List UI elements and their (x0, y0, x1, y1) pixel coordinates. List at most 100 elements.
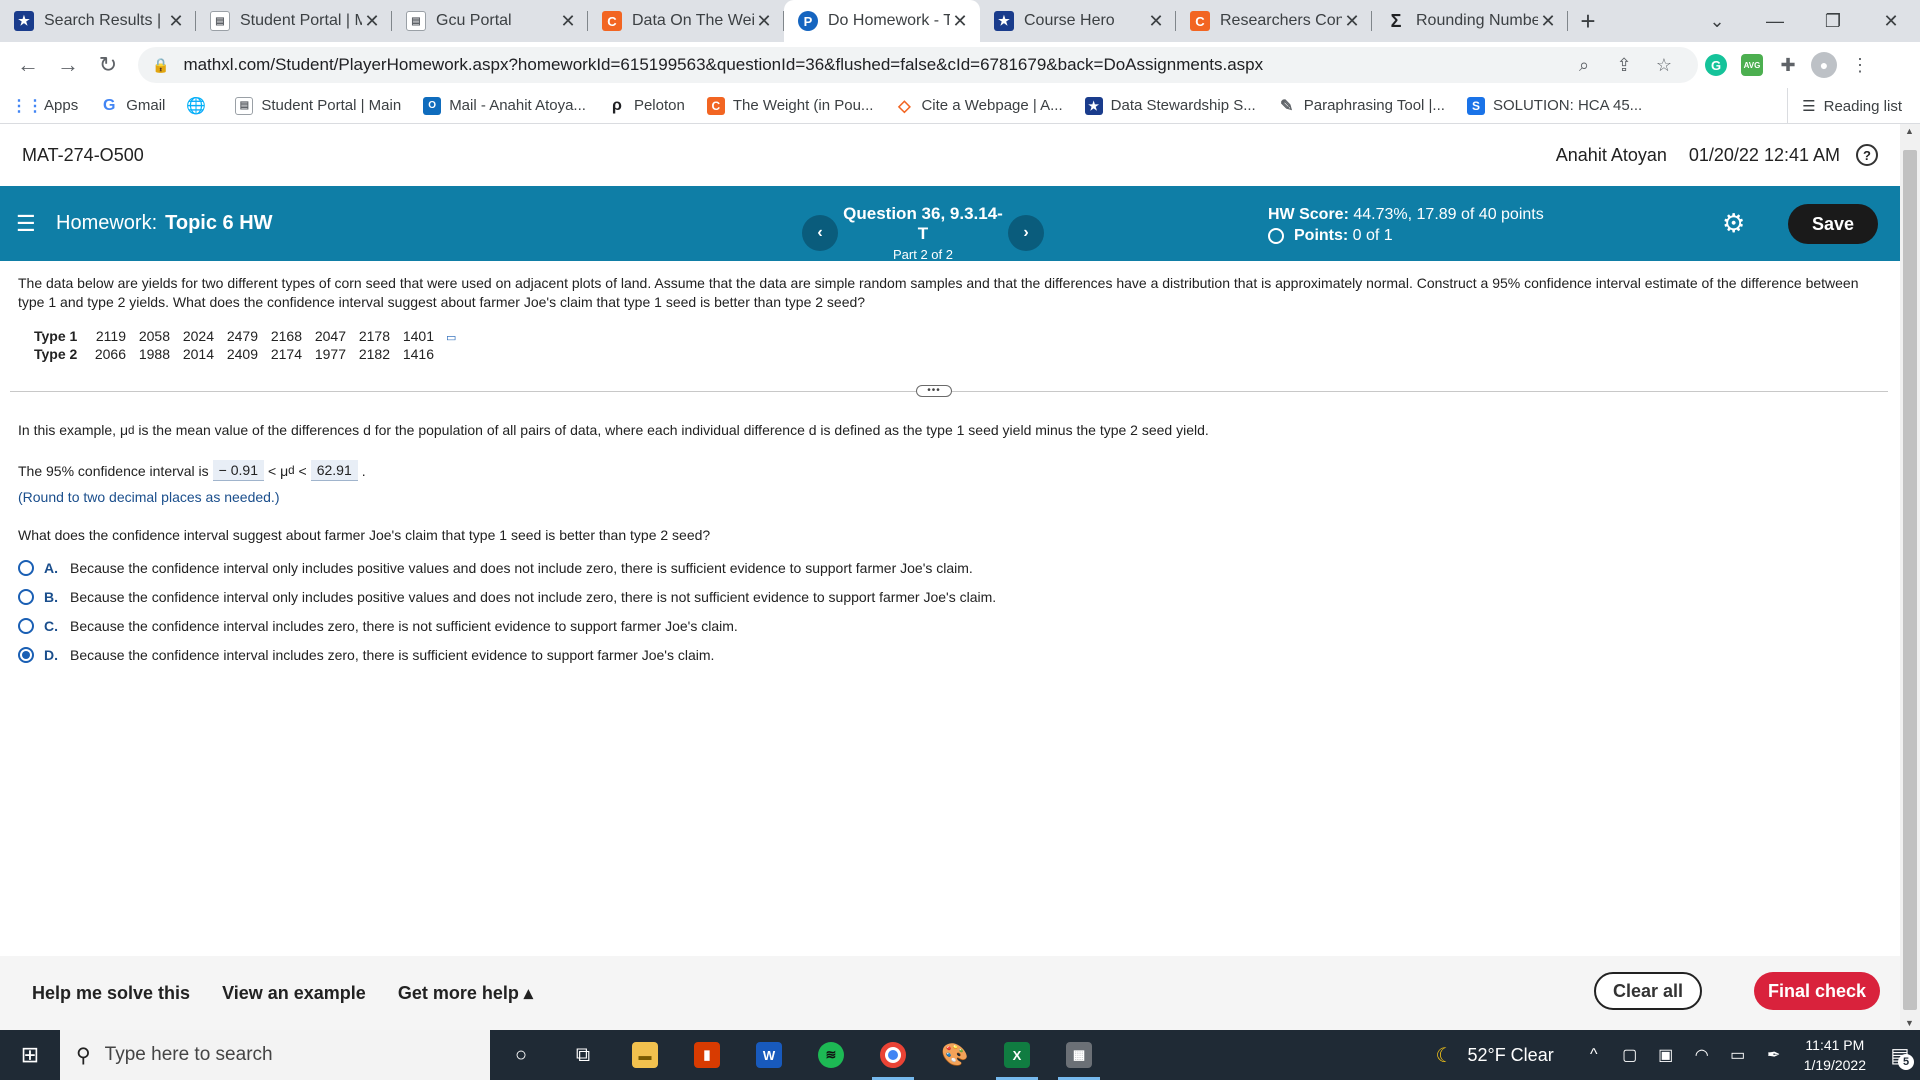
display-icon[interactable]: ▣ (1648, 1045, 1684, 1065)
bookmark-the-weight[interactable]: C The Weight (in Pou... (706, 96, 873, 115)
close-icon[interactable]: ✕ (558, 11, 578, 31)
grammarly-extension-icon[interactable]: G (1698, 47, 1734, 83)
radio-button[interactable] (18, 559, 34, 576)
scroll-thumb[interactable] (1903, 150, 1917, 1010)
close-icon[interactable]: ✕ (950, 11, 970, 31)
close-icon[interactable]: ✕ (362, 11, 382, 31)
office-icon[interactable]: ▮ (676, 1030, 738, 1080)
choice-d[interactable]: D. Because the confidence interval inclu… (18, 640, 1878, 669)
previous-question-button[interactable]: ‹ (802, 215, 838, 251)
taskbar-clock[interactable]: 11:41 PM 1/19/2022 (1804, 1035, 1866, 1075)
tab-student-portal[interactable]: ▤ Student Portal | M ✕ (196, 0, 392, 42)
paint-icon[interactable]: 🎨 (924, 1030, 986, 1080)
close-icon[interactable]: ✕ (166, 11, 186, 31)
ci-upper-answer[interactable]: 62.91 (310, 460, 358, 481)
final-check-button[interactable]: Final check (1754, 972, 1880, 1010)
scroll-up-icon[interactable]: ▲ (1905, 126, 1914, 136)
share-icon[interactable]: ⇪ (1604, 55, 1644, 76)
bookmark-data-stewardship[interactable]: ★ Data Stewardship S... (1084, 96, 1256, 115)
bookmark-label: Cite a Webpage | A... (921, 97, 1063, 114)
chrome-menu-icon[interactable]: ⋮ (1842, 47, 1878, 83)
avg-extension-icon[interactable]: AVG (1734, 47, 1770, 83)
page-scrollbar[interactable]: ▲ ▼ (1900, 124, 1920, 1030)
forward-arrow-icon[interactable]: → (48, 45, 88, 85)
tab-course-hero[interactable]: ★ Course Hero ✕ (980, 0, 1176, 42)
chevron-up-icon[interactable]: ^ (1576, 1046, 1612, 1064)
url-text[interactable]: mathxl.com/Student/PlayerHomework.aspx?h… (183, 55, 1564, 75)
task-view-icon[interactable]: ⧉ (552, 1030, 614, 1080)
bookmark-paraphrasing-tool[interactable]: ✎ Paraphrasing Tool |... (1278, 97, 1445, 115)
scroll-down-icon[interactable]: ▼ (1905, 1018, 1914, 1028)
meet-now-icon[interactable]: ▢ (1612, 1045, 1648, 1065)
reload-icon[interactable]: ↻ (88, 45, 128, 85)
help-me-solve-button[interactable]: Help me solve this (32, 983, 190, 1004)
pen-icon[interactable]: ✒ (1756, 1045, 1792, 1065)
next-question-button[interactable]: › (1008, 215, 1044, 251)
address-bar[interactable]: 🔒 mathxl.com/Student/PlayerHomework.aspx… (138, 47, 1698, 83)
close-icon[interactable]: ✕ (1342, 11, 1362, 31)
ci-lower-answer[interactable]: − 0.91 (212, 460, 264, 481)
view-example-button[interactable]: View an example (222, 983, 366, 1004)
notification-center-icon[interactable]: ▤5 (1880, 1030, 1920, 1080)
tab-search-results[interactable]: ★ Search Results | C ✕ (0, 0, 196, 42)
choice-b[interactable]: B. Because the confidence interval only … (18, 582, 1878, 611)
clear-all-button[interactable]: Clear all (1594, 972, 1702, 1010)
get-more-help-button[interactable]: Get more help ▴ (398, 983, 533, 1004)
calculator-icon[interactable]: ▦ (1048, 1030, 1110, 1080)
tab-researchers[interactable]: C Researchers Conc ✕ (1176, 0, 1372, 42)
close-icon[interactable]: ✕ (754, 11, 774, 31)
choice-a[interactable]: A. Because the confidence interval only … (18, 553, 1878, 582)
radio-button[interactable] (18, 588, 34, 605)
reading-list-button[interactable]: ☰ Reading list (1787, 88, 1902, 124)
restore-button[interactable]: ❐ (1804, 0, 1862, 42)
close-icon[interactable]: ✕ (1538, 11, 1558, 31)
search-placeholder: Type here to search (104, 1044, 273, 1065)
lock-icon[interactable]: 🔒 (152, 57, 169, 74)
collapse-handle-icon[interactable]: ••• (916, 385, 952, 397)
taskbar-search-box[interactable]: ⚲ Type here to search (60, 1030, 490, 1080)
tab-do-homework[interactable]: P Do Homework - T ✕ (784, 0, 980, 42)
bookmark-peloton[interactable]: ρ Peloton (608, 97, 685, 115)
copy-data-icon[interactable]: ▭ (446, 332, 456, 344)
radio-button-selected[interactable] (18, 646, 34, 663)
user-name: Anahit Atoyan (1555, 144, 1667, 165)
bookmark-apps[interactable]: ⋮⋮ Apps (11, 97, 78, 115)
battery-icon[interactable]: ▭ (1720, 1045, 1756, 1065)
chrome-icon[interactable] (862, 1030, 924, 1080)
close-icon[interactable]: ✕ (1146, 11, 1166, 31)
excel-icon[interactable]: X (986, 1030, 1048, 1080)
gear-icon[interactable]: ⚙ (1722, 208, 1745, 239)
choice-c[interactable]: C. Because the confidence interval inclu… (18, 611, 1878, 640)
bookmark-star-icon[interactable]: ☆ (1644, 55, 1684, 76)
spotify-icon[interactable]: ≋ (800, 1030, 862, 1080)
tab-gcu-portal[interactable]: ▤ Gcu Portal ✕ (392, 0, 588, 42)
file-explorer-icon[interactable]: ▬ (614, 1030, 676, 1080)
save-button[interactable]: Save (1788, 204, 1878, 244)
tab-search-chevron-icon[interactable]: ⌄ (1688, 0, 1746, 42)
bookmark-mail[interactable]: O Mail - Anahit Atoya... (423, 96, 586, 115)
close-window-button[interactable]: ✕ (1862, 0, 1920, 42)
cortana-icon[interactable]: ○ (490, 1030, 552, 1080)
bookmark-gmail[interactable]: G Gmail (100, 97, 165, 115)
bookmark-student-portal[interactable]: ▤ Student Portal | Main (235, 96, 401, 115)
weather-widget[interactable]: ☾ 52°F Clear (1436, 1043, 1554, 1068)
profile-avatar[interactable]: ● (1806, 47, 1842, 83)
back-arrow-icon[interactable]: ← (8, 45, 48, 85)
zoom-icon[interactable]: ⌕ (1564, 55, 1604, 76)
word-icon[interactable]: W (738, 1030, 800, 1080)
help-question-icon[interactable]: ? (1856, 144, 1878, 166)
new-tab-button[interactable]: + (1568, 0, 1608, 42)
bookmark-cite-webpage[interactable]: ◇ Cite a Webpage | A... (895, 97, 1062, 115)
tab-rounding-numbers[interactable]: Σ Rounding Numbe ✕ (1372, 0, 1568, 42)
wifi-icon[interactable]: ◠ (1684, 1045, 1720, 1065)
bookmark-globe[interactable]: 🌐 (186, 97, 213, 115)
hamburger-menu-icon[interactable]: ☰ (16, 211, 40, 237)
tab-data-on-the-weight[interactable]: C Data On The Wei ✕ (588, 0, 784, 42)
minimize-button[interactable]: — (1746, 0, 1804, 42)
extensions-puzzle-icon[interactable]: ✚ (1770, 47, 1806, 83)
windows-start-icon[interactable]: ⊞ (0, 1030, 60, 1080)
bookmark-solution-hca[interactable]: S SOLUTION: HCA 45... (1466, 96, 1642, 115)
radio-button[interactable] (18, 617, 34, 634)
problem-text: The data below are yields for two differ… (18, 275, 1859, 310)
table-cell: 2479 (226, 328, 258, 344)
